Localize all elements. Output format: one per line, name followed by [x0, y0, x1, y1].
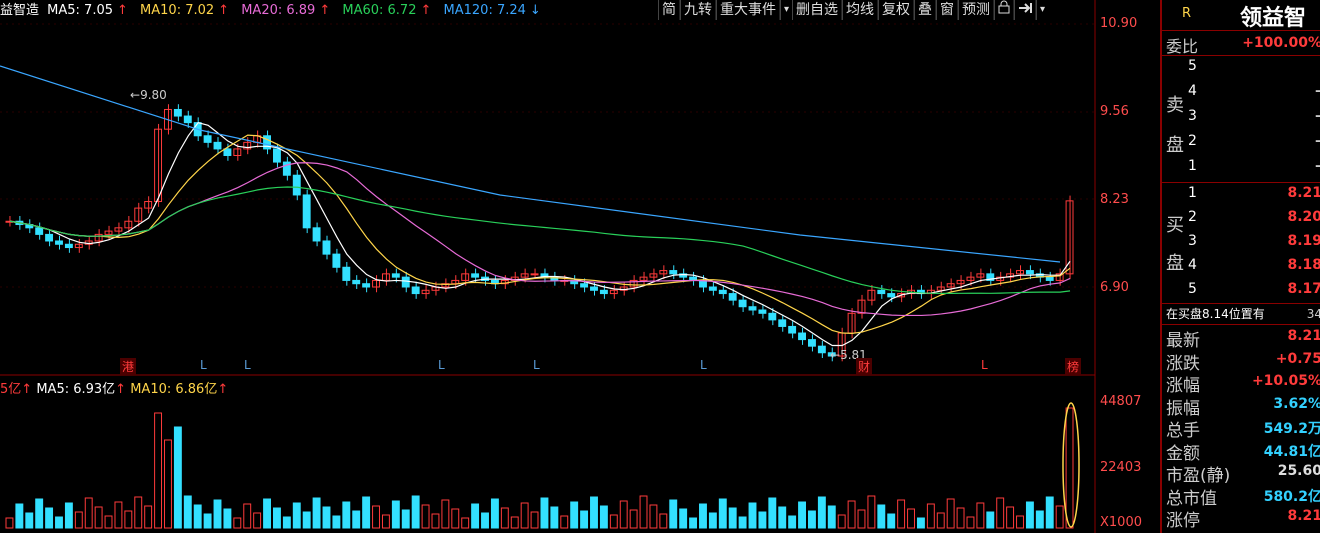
vol-tick: X1000 — [1100, 515, 1142, 530]
buy-row: 1 8.21 — [1188, 185, 1320, 201]
event-marker-rank[interactable]: 榜 — [1065, 358, 1082, 375]
event-marker[interactable]: L — [438, 358, 445, 372]
volume-header: 5亿↑ MA5: 6.93亿↑ MA10: 6.86亿↑ — [0, 382, 229, 397]
stat-row: 涨幅 +10.05% — [1166, 373, 1320, 396]
buy-book: 买盘 1 8.21 2 8.20 3 8.19 4 8.18 5 8.17 — [1162, 183, 1320, 304]
price-tick: 8.23 — [1100, 192, 1129, 207]
event-marker[interactable]: L — [244, 358, 251, 372]
price-tick: 6.90 — [1100, 280, 1129, 295]
stat-row: 市盈(静) 25.60 — [1166, 463, 1320, 486]
event-marker-finance[interactable]: 财 — [856, 358, 873, 375]
vol-tick: 44807 — [1100, 394, 1142, 409]
event-marker-hk[interactable]: 港 — [120, 358, 137, 375]
buy-row: 5 8.17 — [1188, 281, 1320, 297]
high-annotation: ←9.80 — [130, 88, 167, 102]
quote-panel: R 领益智 委比 +100.00% 卖盘 5 4– 3– 2– 1– 买盘 18.21 2… — [1160, 0, 1320, 533]
sell-row: 5 — [1188, 58, 1197, 74]
sell-row: 4– — [1188, 83, 1320, 99]
buy-row: 3 8.19 — [1188, 233, 1320, 249]
stock-name: 领益智 — [1240, 5, 1307, 31]
panel-header: R 领益智 — [1162, 0, 1320, 31]
sell-row: 1– — [1188, 158, 1320, 174]
buy-label: 买盘 — [1166, 215, 1184, 274]
sell-row: 2– — [1188, 133, 1320, 149]
sell-row: 3– — [1188, 108, 1320, 124]
stat-row: 涨停 8.21 — [1166, 508, 1320, 531]
note-row: 在买盘8.14位置有 34 — [1162, 304, 1320, 325]
stat-row: 振幅 3.62% — [1166, 395, 1320, 419]
buy-row: 4 8.18 — [1188, 257, 1320, 273]
event-marker[interactable]: L — [700, 358, 707, 372]
price-tick: 10.90 — [1100, 16, 1138, 31]
stat-row: 总市值 580.2亿 — [1166, 488, 1320, 509]
event-marker[interactable]: L — [533, 358, 540, 372]
stat-row: 总手 549.2万 — [1166, 421, 1320, 441]
sell-label: 卖盘 — [1166, 95, 1184, 156]
buy-row: 2 8.20 — [1188, 209, 1320, 225]
r-badge: R — [1182, 6, 1192, 21]
sell-book: 卖盘 5 4– 3– 2– 1– — [1162, 56, 1320, 183]
stat-row: 金额 44.81亿 — [1166, 443, 1320, 464]
event-marker[interactable]: L — [981, 358, 988, 372]
kline-app: 益智造 MA5: 7.05 ↑ MA10: 7.02 ↑ MA20: 6.89 ↑ M… — [0, 0, 1320, 533]
ratio-row: 委比 +100.00% — [1162, 31, 1320, 56]
stat-row: 涨跌 +0.75 — [1166, 350, 1320, 374]
vol-tick: 22403 — [1100, 460, 1142, 475]
kline-chart[interactable] — [0, 0, 1160, 533]
price-tick: 9.56 — [1100, 104, 1129, 119]
stat-row: 最新 8.21 — [1166, 328, 1320, 351]
event-marker[interactable]: L — [200, 358, 207, 372]
